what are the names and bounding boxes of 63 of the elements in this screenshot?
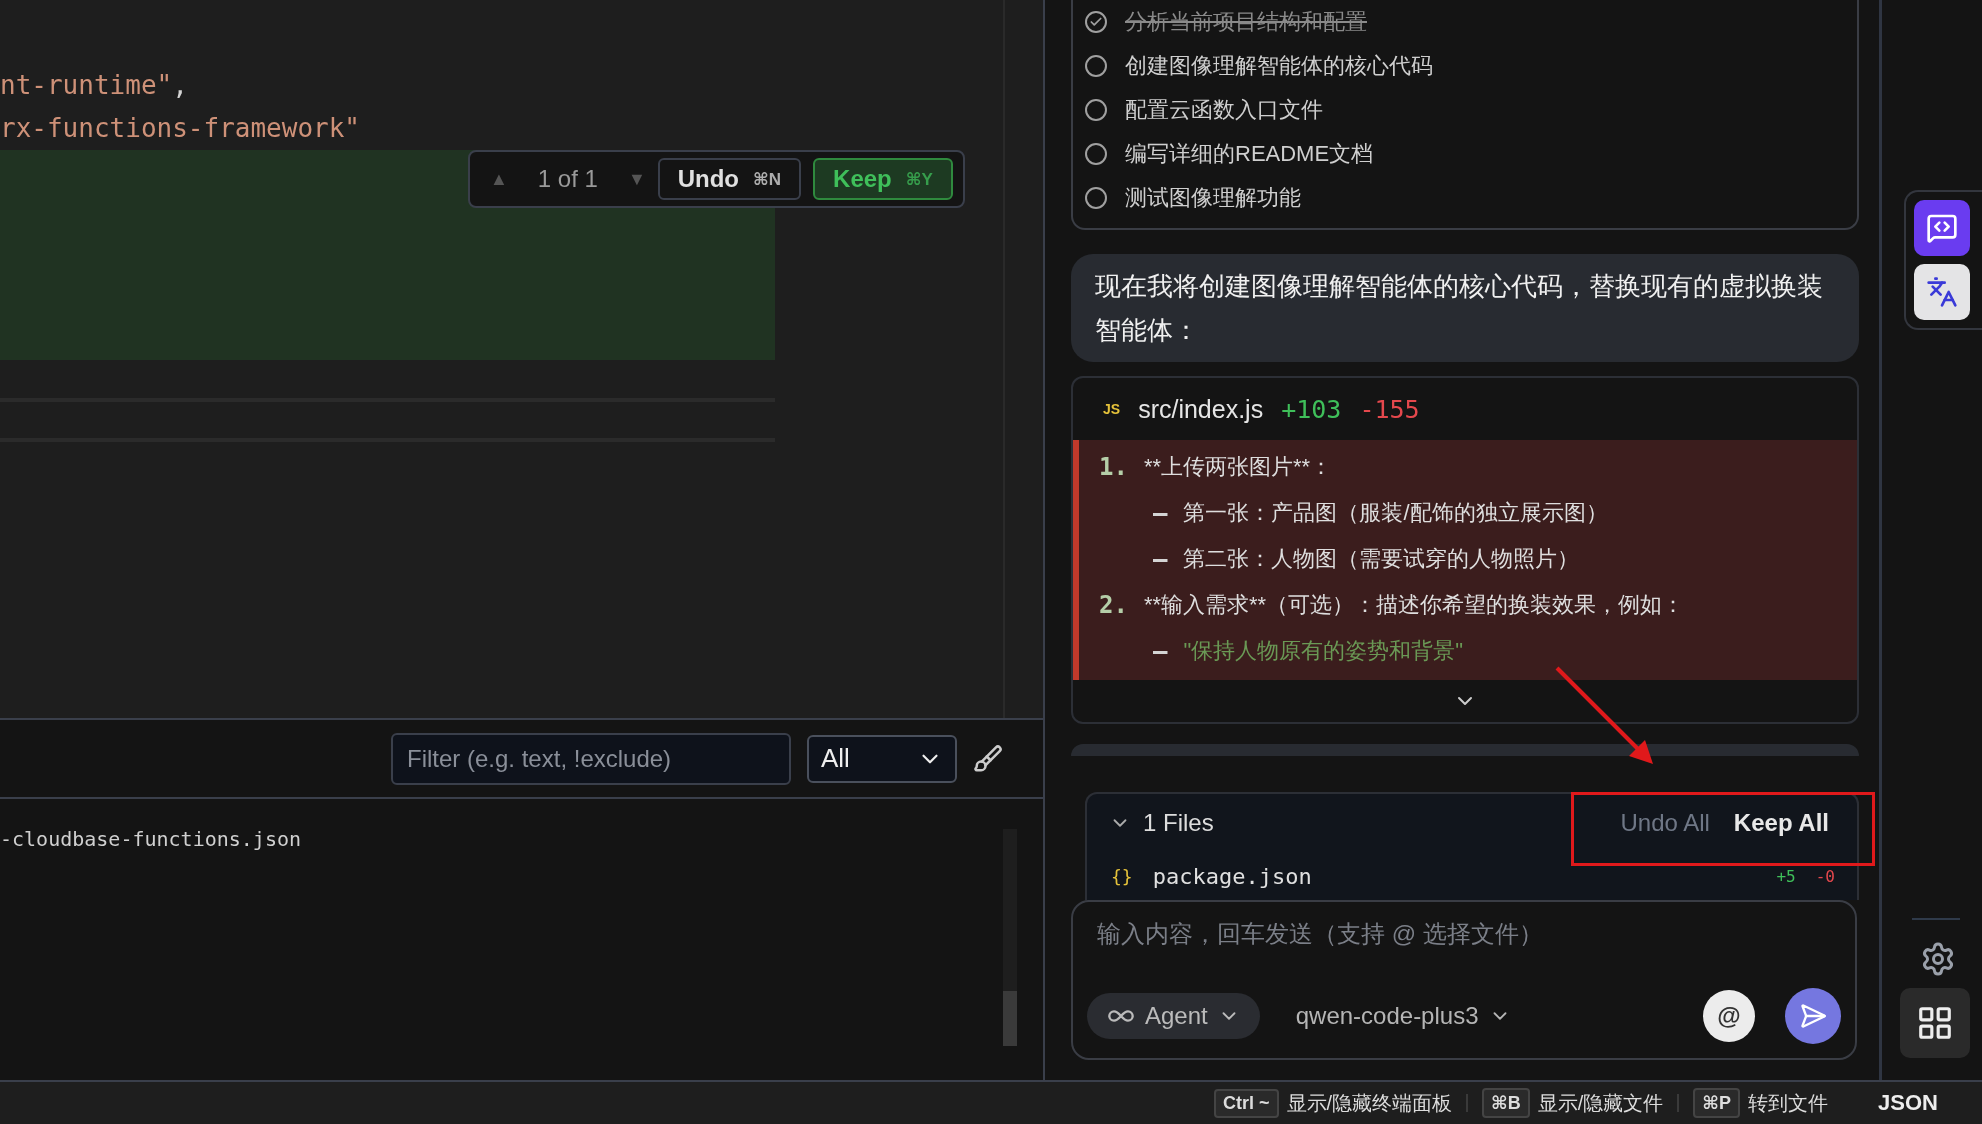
list-marker: 2. — [1099, 591, 1128, 619]
settings-icon — [1920, 941, 1956, 977]
todo-text: 配置云函数入口文件 — [1125, 96, 1323, 124]
diff-line-text: **上传两张图片**： — [1143, 453, 1333, 481]
list-marker: – — [1153, 545, 1168, 573]
translate-button[interactable] — [1914, 264, 1970, 320]
added-count: +103 — [1281, 394, 1342, 424]
filter-input[interactable]: Filter (e.g. text, !exclude) — [391, 732, 791, 785]
todo-checkbox[interactable] — [1085, 55, 1107, 77]
send-icon — [1799, 1002, 1827, 1030]
check-icon — [1089, 15, 1103, 29]
files-count: 1 Files — [1143, 809, 1215, 838]
js-file-icon: JS — [1103, 401, 1121, 417]
shortcut-label[interactable]: 显示/隐藏终端面板 — [1286, 1089, 1453, 1117]
keep-all-link[interactable]: Keep All — [1727, 809, 1835, 838]
output-line: -cloudbase-functions.json — [0, 826, 303, 853]
chat-tool-button[interactable] — [1914, 200, 1970, 256]
diff-line-text: "保持人物原有的姿势和背景" — [1183, 637, 1464, 665]
send-button[interactable] — [1785, 988, 1841, 1044]
todo-checkbox[interactable] — [1085, 143, 1107, 165]
removed-count: -155 — [1359, 394, 1420, 424]
todo-checkbox[interactable] — [1085, 187, 1107, 209]
added-count: +5 — [1776, 866, 1796, 886]
list-marker: – — [1153, 499, 1168, 527]
undo-all-link[interactable]: Undo All — [1614, 809, 1716, 838]
keep-button[interactable]: Keep ⌘Y — [813, 158, 953, 200]
list-marker: – — [1153, 637, 1168, 665]
message-input[interactable]: 输入内容，回车发送（支持 @ 选择文件） — [1087, 916, 1841, 953]
removed-count: -0 — [1815, 866, 1835, 886]
assistant-message: 现在我将创建图像理解智能体的核心代码，替换现有的虚拟换装智能体： — [1071, 254, 1859, 362]
mode-selector[interactable]: Agent — [1087, 993, 1260, 1039]
shortcut-key: Ctrl ~ — [1214, 1088, 1279, 1118]
chat-bubble-icon — [1926, 212, 1958, 244]
todo-text: 创建图像理解智能体的核心代码 — [1125, 52, 1433, 80]
shortcut-label[interactable]: 显示/隐藏文件 — [1537, 1089, 1664, 1117]
shortcut-key: ⌘B — [1482, 1088, 1530, 1118]
mention-button[interactable]: @ — [1703, 990, 1755, 1042]
grid-icon — [1916, 1004, 1954, 1042]
todo-checkbox[interactable] — [1085, 11, 1107, 33]
translate-icon — [1926, 276, 1958, 308]
todo-checkbox[interactable] — [1085, 99, 1107, 121]
todo-text: 编写详细的README文档 — [1125, 140, 1374, 168]
diff-line-text: 第一张：产品图（服装/配饰的独立展示图） — [1183, 499, 1608, 527]
todo-text: 测试图像理解功能 — [1125, 184, 1301, 212]
file-path[interactable]: src/index.js — [1138, 394, 1264, 424]
shortcut-key: ⌘P — [1693, 1088, 1741, 1118]
diff-line-text: 第二张：人物图（需要试穿的人物照片） — [1183, 545, 1580, 573]
clear-brush-icon[interactable] — [973, 743, 1003, 774]
apps-grid-button[interactable] — [1900, 988, 1970, 1058]
json-file-icon: {} — [1111, 865, 1133, 887]
model-selector[interactable]: qwen-code-plus3 — [1289, 1001, 1673, 1031]
shortcut-label[interactable]: 转到文件 — [1748, 1089, 1829, 1117]
code-line: rx-functions-framework" — [0, 112, 362, 145]
undo-button[interactable]: Undo ⌘N — [657, 158, 802, 200]
diff-line-text: **输入需求**（可选）：描述你希望的换装效果，例如： — [1143, 591, 1685, 619]
todo-text: 分析当前项目结构和配置 — [1125, 8, 1367, 36]
level-select[interactable]: All — [807, 734, 957, 783]
language-mode[interactable]: JSON — [1878, 1090, 1938, 1116]
change-counter: 1 of 1 — [536, 165, 599, 193]
list-marker: 1. — [1099, 453, 1128, 481]
scrollbar[interactable] — [1003, 829, 1017, 1046]
file-name[interactable]: package.json — [1152, 863, 1757, 889]
code-line: nt-runtime", — [0, 69, 189, 102]
